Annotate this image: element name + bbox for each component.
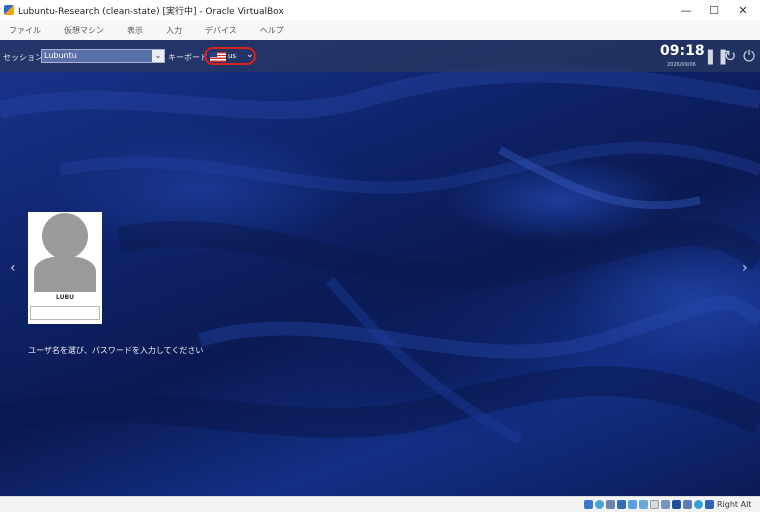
wallpaper-swirls: [0, 64, 760, 445]
session-select[interactable]: Lubuntu ⌄: [41, 49, 165, 63]
menu-file[interactable]: ファイル: [9, 25, 41, 36]
us-flag-icon: [210, 52, 226, 62]
window-title-bar: Lubuntu-Research (clean-state) [実行中] - O…: [0, 0, 760, 20]
keyboard-layout-value: us: [228, 52, 237, 60]
menu-view[interactable]: 表示: [127, 25, 143, 36]
window-title: Lubuntu-Research (clean-state) [実行中] - O…: [18, 6, 284, 17]
menu-bar: ファイル 仮想マシン 表示 入力 デバイス ヘルプ: [0, 20, 760, 41]
vm-screen: セッション Lubuntu ⌄ キーボード us ⌄ 09:18 2026/09…: [0, 40, 760, 496]
vm-status-bar: Right Alt: [0, 496, 760, 512]
restart-icon[interactable]: ↻: [722, 48, 738, 64]
status-icons: [584, 500, 714, 509]
guest-additions-icon[interactable]: [694, 500, 703, 509]
user-card[interactable]: LUBU: [28, 212, 102, 324]
user-name: LUBU: [56, 294, 74, 301]
keyboard-label: キーボード: [168, 53, 208, 62]
login-prompt: ユーザ名を選び、パスワードを入力してください: [28, 346, 204, 355]
menu-machine[interactable]: 仮想マシン: [64, 25, 104, 36]
maximize-button[interactable]: ☐: [700, 0, 728, 20]
power-icon[interactable]: ⏻: [741, 48, 757, 64]
previous-user-arrow[interactable]: ‹: [10, 260, 16, 276]
network-icon[interactable]: [617, 500, 626, 509]
virtualbox-app-icon: [4, 5, 14, 15]
harddisk-icon[interactable]: [584, 500, 593, 509]
menu-help[interactable]: ヘルプ: [260, 25, 284, 36]
usb-icon[interactable]: [628, 500, 637, 509]
chevron-down-icon: ⌄: [152, 50, 164, 62]
keyboard-capture-icon[interactable]: [705, 500, 714, 509]
keyboard-layout-select[interactable]: us ⌄: [204, 47, 256, 65]
audio-icon[interactable]: [606, 500, 615, 509]
chevron-down-icon: ⌄: [246, 50, 254, 60]
session-value: Lubuntu: [44, 51, 77, 60]
avatar: [34, 213, 96, 292]
date: 2026/09/06: [667, 62, 696, 68]
minimize-button[interactable]: —: [672, 0, 700, 20]
session-label: セッション: [3, 53, 43, 62]
greeter-top-bar: セッション Lubuntu ⌄ キーボード us ⌄ 09:18 2026/09…: [0, 40, 760, 72]
display-icon[interactable]: [650, 500, 659, 509]
host-key-label: Right Alt: [717, 500, 752, 509]
video-capture-icon[interactable]: [661, 500, 670, 509]
password-input[interactable]: [30, 306, 100, 320]
shared-folder-icon[interactable]: [639, 500, 648, 509]
clock: 09:18: [660, 43, 705, 59]
menu-input[interactable]: 入力: [166, 25, 182, 36]
menu-devices[interactable]: デバイス: [205, 25, 237, 36]
close-button[interactable]: ✕: [729, 0, 757, 20]
pause-icon[interactable]: ❚❚: [704, 48, 729, 64]
cpu-icon[interactable]: [672, 500, 681, 509]
mouse-integration-icon[interactable]: [683, 500, 692, 509]
next-user-arrow[interactable]: ›: [742, 260, 748, 276]
optical-drive-icon[interactable]: [595, 500, 604, 509]
